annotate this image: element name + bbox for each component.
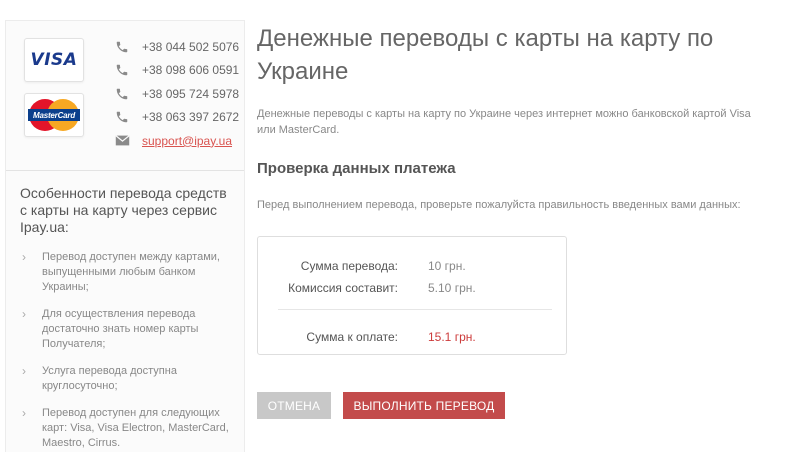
sidebar: VISA MasterCard +38 044 502 5076 +38 098…: [5, 20, 245, 452]
chevron-right-icon: ›: [22, 406, 26, 420]
phone-icon: [114, 62, 130, 78]
support-email-link[interactable]: support@ipay.ua: [142, 134, 232, 148]
main-content: Денежные переводы с карты на карту по Ук…: [257, 22, 782, 419]
summary-row-total: Сумма к оплате: 15.1 грн.: [258, 330, 568, 348]
envelope-icon: [114, 133, 130, 149]
summary-row-fee: Комиссия составит: 5.10 грн.: [258, 281, 568, 299]
total-value: 15.1 грн.: [428, 330, 476, 344]
feature-text: Услуга перевода доступна круглосуточно;: [42, 365, 177, 392]
total-label: Сумма к оплате:: [306, 330, 398, 344]
features-title: Особенности перевода средств с карты на …: [20, 185, 227, 235]
chevron-right-icon: ›: [22, 250, 26, 264]
list-item: › Перевод доступен между картами, выпуще…: [20, 250, 234, 295]
list-item: › Услуга перевода доступна круглосуточно…: [20, 364, 234, 394]
verification-notice: Перед выполнением перевода, проверьте по…: [257, 199, 741, 211]
chevron-right-icon: ›: [22, 307, 26, 321]
list-item: › Перевод доступен для следующих карт: V…: [20, 406, 234, 451]
visa-logo-text: VISA: [30, 50, 78, 70]
page-description: Денежные переводы с карты на карту по Ук…: [257, 108, 751, 136]
feature-text: Для осуществления перевода достаточно зн…: [42, 308, 199, 350]
phone-icon: [114, 86, 130, 102]
feature-text: Перевод доступен для следующих карт: Vis…: [42, 407, 229, 449]
contact-phone-text: +38 098 606 0591: [142, 63, 240, 78]
contact-email: support@ipay.ua: [114, 129, 239, 153]
contact-phone-2: +38 098 606 0591: [114, 59, 239, 83]
phone-icon: [114, 39, 130, 55]
chevron-right-icon: ›: [22, 364, 26, 378]
contact-phone-text: +38 095 724 5978: [142, 86, 240, 101]
fee-label: Комиссия составит:: [288, 281, 398, 295]
amount-label: Сумма перевода:: [300, 259, 398, 273]
contact-phone-1: +38 044 502 5076: [114, 35, 239, 59]
contact-phone-text: +38 063 397 2672: [142, 110, 240, 125]
payment-summary: Сумма перевода: 10 грн. Комиссия состави…: [257, 236, 567, 355]
contact-list: +38 044 502 5076 +38 098 606 0591 +38 09…: [114, 35, 239, 153]
summary-row-amount: Сумма перевода: 10 грн.: [258, 259, 568, 277]
mastercard-logo: MasterCard: [24, 93, 84, 137]
amount-value: 10 грн.: [428, 259, 466, 273]
contacts-panel: VISA MasterCard +38 044 502 5076 +38 098…: [6, 21, 244, 171]
summary-divider: [278, 309, 552, 310]
phone-icon: [114, 109, 130, 125]
feature-text: Перевод доступен между картами, выпущенн…: [42, 251, 220, 293]
visa-logo: VISA: [24, 38, 84, 82]
contact-phone-4: +38 063 397 2672: [114, 106, 239, 130]
fee-value: 5.10 грн.: [428, 281, 476, 295]
submit-transfer-button[interactable]: ВЫПОЛНИТЬ ПЕРЕВОД: [343, 392, 505, 419]
cancel-button[interactable]: ОТМЕНА: [257, 392, 331, 419]
contact-phone-text: +38 044 502 5076: [142, 39, 240, 54]
list-item: › Для осуществления перевода достаточно …: [20, 307, 234, 352]
contact-phone-3: +38 095 724 5978: [114, 82, 239, 106]
section-title: Проверка данных платежа: [257, 160, 456, 177]
mastercard-logo-text: MasterCard: [28, 109, 80, 121]
page-title: Денежные переводы с карты на карту по Ук…: [257, 25, 714, 85]
features-list: › Перевод доступен между картами, выпуще…: [6, 236, 244, 451]
